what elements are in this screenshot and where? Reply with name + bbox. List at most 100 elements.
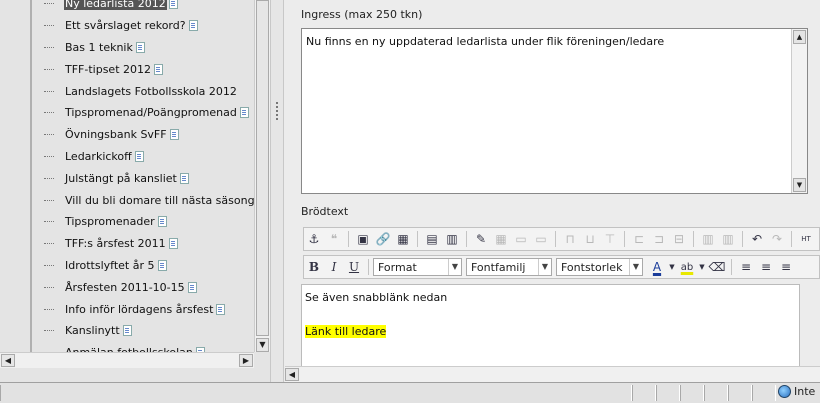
tree-item[interactable]: Idrottslyftet år 5 bbox=[44, 255, 266, 277]
html-source-icon[interactable]: HT bbox=[796, 230, 816, 248]
scroll-right-arrow-icon[interactable]: ▶ bbox=[239, 354, 253, 367]
eraser-icon[interactable]: ⌫ bbox=[707, 258, 727, 276]
document-icon bbox=[216, 303, 226, 315]
scroll-down-arrow-icon[interactable]: ▼ bbox=[793, 178, 806, 192]
tree-item-label[interactable]: Idrottslyftet år 5 bbox=[64, 259, 156, 272]
editor-horizontal-scrollbar[interactable]: ◀ bbox=[285, 366, 820, 382]
fontsize-select[interactable]: Fontstorlek ▼ bbox=[556, 258, 643, 276]
chevron-down-icon[interactable]: ▼ bbox=[697, 258, 707, 276]
scroll-left-arrow-icon[interactable]: ◀ bbox=[285, 368, 299, 381]
table-col-icon[interactable]: ▭ bbox=[531, 230, 551, 248]
tree-item-label[interactable]: Ledarkickoff bbox=[64, 150, 133, 163]
tree-item-label[interactable]: Tipspromenader bbox=[64, 215, 156, 228]
link-icon[interactable]: 🔗 bbox=[373, 230, 393, 248]
tree-item[interactable]: Kanslinytt bbox=[44, 320, 266, 342]
tree-horizontal-scrollbar[interactable]: ◀ ▶ bbox=[0, 352, 254, 368]
ingress-scrollbar[interactable]: ▲ ▼ bbox=[791, 29, 807, 193]
row-before-icon[interactable]: ⊏ bbox=[629, 230, 649, 248]
tree-item[interactable]: Julstängt på kansliet bbox=[44, 167, 266, 189]
tree-connector bbox=[44, 243, 54, 245]
tree-item-label[interactable]: Tipspromenad/Poängpromenad bbox=[64, 106, 238, 119]
chevron-down-icon[interactable]: ▼ bbox=[538, 259, 551, 275]
col-after-icon[interactable]: ▥ bbox=[718, 230, 738, 248]
tree-item[interactable]: Tipspromenader bbox=[44, 211, 266, 233]
tree-item-label[interactable]: Ett svårslaget rekord? bbox=[64, 19, 187, 32]
tree-item[interactable]: Övningsbank SvFF bbox=[44, 124, 266, 146]
ingress-text[interactable]: Nu finns en ny uppdaterad ledarlista und… bbox=[306, 35, 664, 48]
splitter-grip-icon[interactable] bbox=[276, 102, 278, 122]
chevron-down-icon[interactable]: ▼ bbox=[629, 259, 642, 275]
tree-connector bbox=[44, 46, 54, 48]
format-select[interactable]: Format ▼ bbox=[373, 258, 462, 276]
chevron-down-icon[interactable]: ▼ bbox=[448, 259, 461, 275]
tree-item[interactable]: Tipspromenad/Poängpromenad bbox=[44, 102, 266, 124]
tree-item[interactable]: Ny ledarlista 2012 bbox=[44, 0, 266, 15]
tree-scroll-thumb[interactable] bbox=[256, 0, 269, 336]
tree-item[interactable]: TFF:s årsfest 2011 bbox=[44, 233, 266, 255]
tree-item[interactable]: Info inför lördagens årsfest bbox=[44, 298, 266, 320]
fontfamily-select[interactable]: Fontfamilj ▼ bbox=[466, 258, 552, 276]
align-left-icon[interactable]: ≡ bbox=[736, 258, 756, 276]
article-tree: Ny ledarlista 2012 Ett svårslaget rekord?… bbox=[44, 0, 266, 352]
cell-props-icon[interactable]: ⊤ bbox=[600, 230, 620, 248]
tree-item[interactable]: Ett svårslaget rekord? bbox=[44, 15, 266, 37]
anchor-icon[interactable]: ⚓ bbox=[304, 230, 324, 248]
brodtext-line[interactable]: Se även snabblänk nedan bbox=[305, 291, 447, 304]
italic-button[interactable]: I bbox=[324, 258, 344, 276]
table-insert-icon[interactable]: ▦ bbox=[491, 230, 511, 248]
tree-item-label[interactable]: Kanslinytt bbox=[64, 324, 121, 337]
tree-vertical-scrollbar[interactable]: ▼ bbox=[254, 0, 270, 352]
tree-item-label[interactable]: Bas 1 teknik bbox=[64, 41, 134, 54]
paste-word-icon[interactable]: ▥ bbox=[442, 230, 462, 248]
tree-item-label[interactable]: Övningsbank SvFF bbox=[64, 128, 168, 141]
tree-item[interactable]: Årsfesten 2011-10-15 bbox=[44, 276, 266, 298]
paste-text-icon[interactable]: ▤ bbox=[422, 230, 442, 248]
align-center-icon[interactable]: ≡ bbox=[756, 258, 776, 276]
cell-merge-icon[interactable]: ⊔ bbox=[580, 230, 600, 248]
tree-item-label[interactable]: TFF-tipset 2012 bbox=[64, 63, 152, 76]
ingress-textarea[interactable]: Nu finns en ny uppdaterad ledarlista und… bbox=[301, 28, 808, 194]
tree-item[interactable]: Landslagets Fotbollsskola 2012 bbox=[44, 80, 266, 102]
tree-item-label[interactable]: Årsfesten 2011-10-15 bbox=[64, 281, 186, 294]
tree-item[interactable]: Ledarkickoff bbox=[44, 146, 266, 168]
tree-item[interactable]: TFF-tipset 2012 bbox=[44, 58, 266, 80]
ingress-label: Ingress (max 250 tkn) bbox=[301, 8, 423, 21]
tree-item-label[interactable]: Julstängt på kansliet bbox=[64, 172, 178, 185]
row-after-icon[interactable]: ⊐ bbox=[649, 230, 669, 248]
media-icon[interactable]: ▦ bbox=[393, 230, 413, 248]
scroll-left-arrow-icon[interactable]: ◀ bbox=[1, 354, 15, 367]
col-before-icon[interactable]: ▥ bbox=[698, 230, 718, 248]
ledare-link[interactable]: Länk till ledare bbox=[305, 325, 387, 338]
scroll-down-arrow-icon[interactable]: ▼ bbox=[256, 338, 269, 352]
tree-item-label[interactable]: Landslagets Fotbollsskola 2012 bbox=[64, 85, 238, 98]
row-delete-icon[interactable]: ⊟ bbox=[669, 230, 689, 248]
tree-item-label[interactable]: Vill du bli domare till nästa säsong? bbox=[64, 194, 261, 207]
scroll-up-arrow-icon[interactable]: ▲ bbox=[793, 30, 806, 44]
undo-icon[interactable]: ↶ bbox=[747, 230, 767, 248]
align-right-icon[interactable]: ≡ bbox=[776, 258, 796, 276]
blockquote-icon[interactable]: ❝ bbox=[324, 230, 344, 248]
table-row-icon[interactable]: ▭ bbox=[511, 230, 531, 248]
format-select-label: Format bbox=[378, 260, 417, 274]
tree-item-label[interactable]: TFF:s årsfest 2011 bbox=[64, 237, 167, 250]
tree-item[interactable]: Vill du bli domare till nästa säsong? bbox=[44, 189, 266, 211]
security-zone[interactable]: Inte bbox=[778, 385, 815, 398]
redo-icon[interactable]: ↷ bbox=[767, 230, 787, 248]
text-color-button[interactable]: A bbox=[647, 258, 667, 276]
edit-icon[interactable]: ✎ bbox=[471, 230, 491, 248]
highlight-color-button[interactable]: ab bbox=[677, 258, 697, 276]
tree-item[interactable]: Bas 1 teknik bbox=[44, 37, 266, 59]
underline-button[interactable]: U bbox=[344, 258, 364, 276]
brodtext-editor[interactable]: Se även snabblänk nedan Länk till ledare bbox=[301, 284, 800, 366]
cell-split-icon[interactable]: ⊓ bbox=[560, 230, 580, 248]
tree-item[interactable]: Anmälan fotbollsskolan bbox=[44, 342, 266, 352]
globe-icon bbox=[778, 385, 791, 398]
tree-item-label[interactable]: Ny ledarlista 2012 bbox=[64, 0, 167, 11]
tree-item-label[interactable]: Info inför lördagens årsfest bbox=[64, 303, 214, 316]
tree-connector bbox=[44, 330, 54, 332]
pane-splitter[interactable] bbox=[270, 0, 284, 382]
chevron-down-icon[interactable]: ▼ bbox=[667, 258, 677, 276]
image-icon[interactable]: ▣ bbox=[353, 230, 373, 248]
document-icon bbox=[169, 129, 179, 141]
bold-button[interactable]: B bbox=[304, 258, 324, 276]
